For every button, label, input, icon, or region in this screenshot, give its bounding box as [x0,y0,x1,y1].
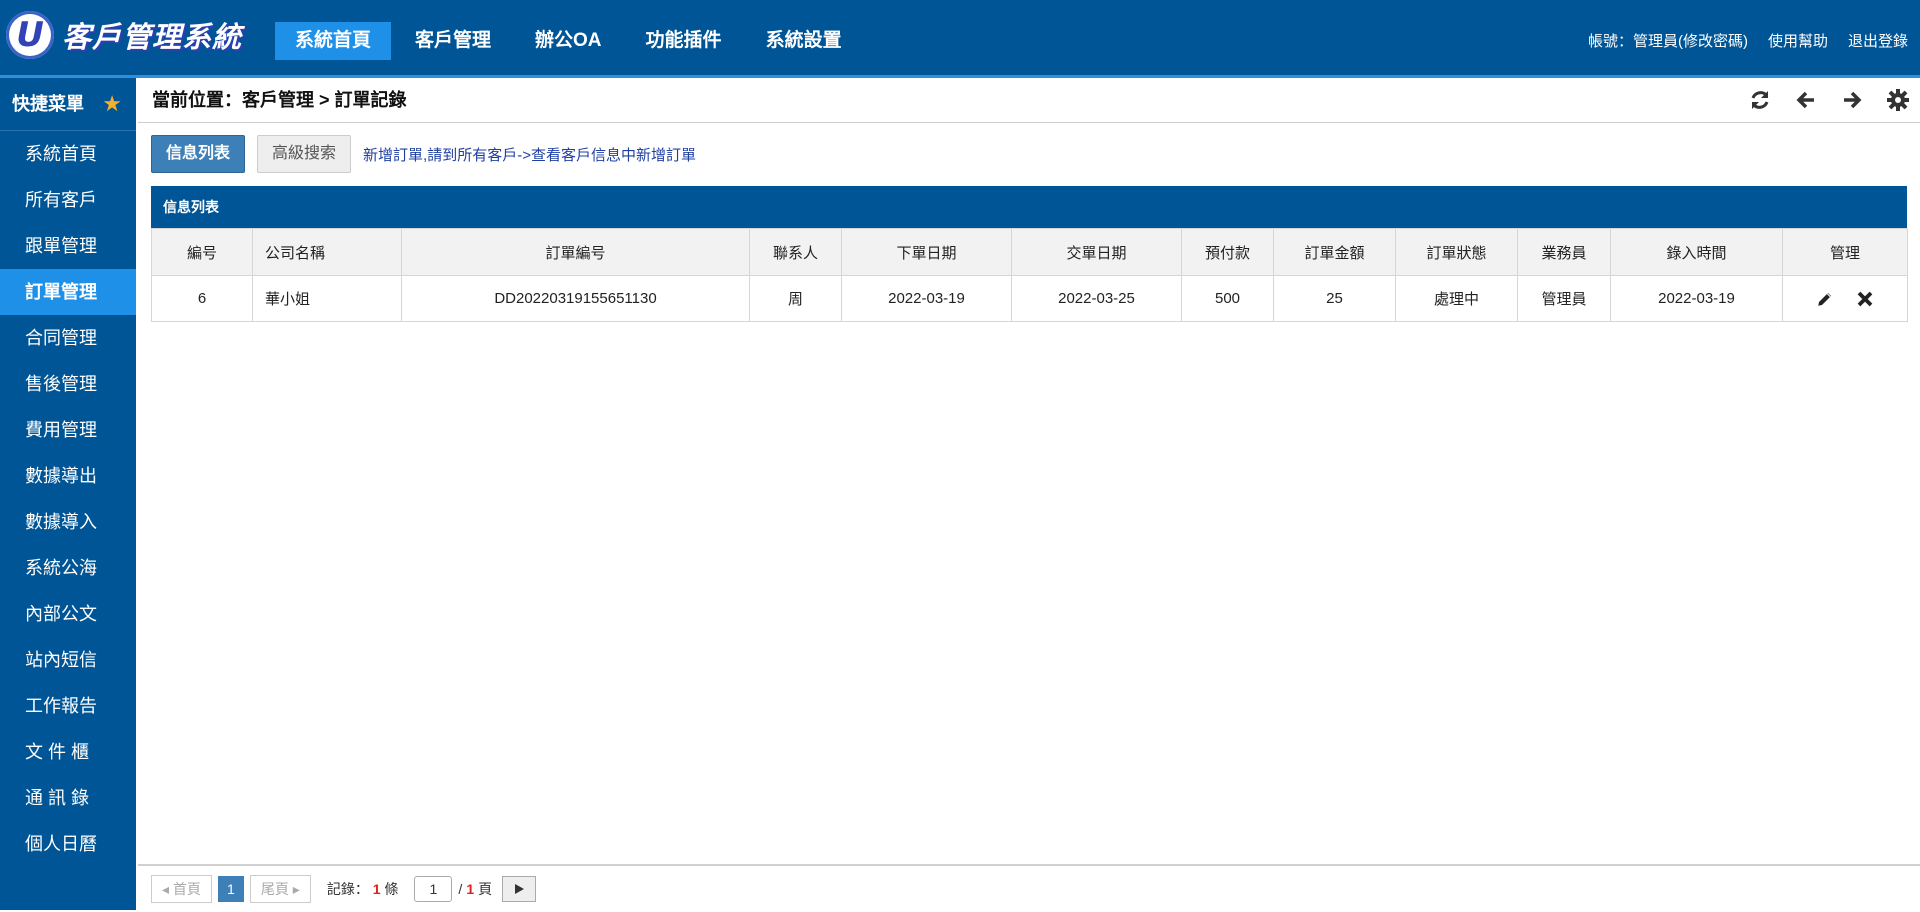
breadcrumb: 當前位置：客戶管理 > 訂單記錄 [152,90,407,110]
logo-badge-icon: U [6,11,54,59]
logout-link[interactable]: 退出登錄 [1848,30,1908,51]
play-icon [515,884,525,894]
nav-plugins[interactable]: 功能插件 [626,22,742,60]
info-list-button[interactable]: 信息列表 [151,135,246,173]
add-order-hint-link[interactable]: 新增訂單,請到所有客戶->查看客戶信息中新增訂單 [363,144,696,165]
sidebar-item-contracts[interactable]: 合同管理 [0,315,136,361]
back-arrow-icon[interactable] [1794,88,1818,112]
sidebar-header: 快捷菜單 ★ [0,78,136,131]
cell-company: 華小姐 [252,275,402,322]
sidebar-item-home[interactable]: 系統首頁 [0,131,136,177]
top-header: U 客戶管理系統 系統首頁 客戶管理 辦公OA 功能插件 系統設置 帳號：管理員… [0,0,1920,78]
cell-amount: 25 [1273,275,1396,322]
order-table-panel: 信息列表 編号 公司名稱 訂單編号 聯系人 下單日期 交單日期 預付款 訂單金額… [151,186,1908,322]
cell-id: 6 [151,275,253,322]
sidebar-item-address-book[interactable]: 通 訊 錄 [0,775,136,821]
page-number-input[interactable]: 1 [414,876,453,902]
cell-contact: 周 [749,275,842,322]
cell-salesperson: 管理員 [1517,275,1611,322]
advanced-search-button[interactable]: 高級搜索 [257,135,352,173]
col-amount: 訂單金額 [1273,228,1396,276]
cell-status: 處理中 [1395,275,1518,322]
records-count: 1 [372,881,381,897]
forward-arrow-icon[interactable] [1840,88,1864,112]
col-manage: 管理 [1782,228,1908,276]
sidebar-item-calendar[interactable]: 個人日曆 [0,821,136,867]
col-delivery-date: 交單日期 [1011,228,1182,276]
sidebar: 快捷菜單 ★ 系統首頁 所有客戶 跟單管理 訂單管理 合同管理 售後管理 費用管… [0,78,136,910]
col-salesperson: 業務員 [1517,228,1611,276]
account-link[interactable]: 帳號：管理員(修改密碼) [1588,30,1748,51]
cell-manage [1782,275,1908,322]
order-table: 編号 公司名稱 訂單編号 聯系人 下單日期 交單日期 預付款 訂單金額 訂單狀態… [151,228,1908,322]
col-entry-time: 錄入時間 [1610,228,1783,276]
cell-order-no: DD20220319155651130 [401,275,750,322]
first-page-button[interactable]: ◂ 首頁 [151,875,212,903]
edit-icon[interactable] [1816,290,1834,308]
records-info: 記錄： 1 條 [327,879,399,899]
refresh-icon[interactable] [1748,88,1772,112]
last-page-button[interactable]: 尾頁 ▸ [249,875,311,903]
col-prepayment: 預付款 [1181,228,1274,276]
pager: ◂ 首頁 1 尾頁 ▸ 記錄： 1 條 1 / 1 頁 [151,875,537,903]
sidebar-title: 快捷菜單 [12,94,84,114]
col-status: 訂單狀態 [1395,228,1518,276]
nav-settings[interactable]: 系統設置 [746,22,862,60]
go-page-button[interactable] [502,876,537,902]
breadcrumb-bar: 當前位置：客戶管理 > 訂單記錄 [138,78,1920,123]
col-order-no: 訂單編号 [401,228,750,276]
records-prefix: 記錄： [326,881,369,897]
sidebar-item-follow-up[interactable]: 跟單管理 [0,223,136,269]
page-sep: / [458,881,463,897]
star-icon[interactable]: ★ [102,78,122,130]
action-bar: 信息列表 高級搜索 新增訂單,請到所有客戶->查看客戶信息中新增訂單 [151,135,696,173]
page-1-button[interactable]: 1 [217,876,244,902]
col-contact: 聯系人 [749,228,842,276]
nav-office-oa[interactable]: 辦公OA [515,22,622,60]
sidebar-item-all-customers[interactable]: 所有客戶 [0,177,136,223]
table-row: 6 華小姐 DD20220319155651130 周 2022-03-19 2… [151,275,1908,322]
sidebar-item-documents[interactable]: 內部公文 [0,591,136,637]
sidebar-item-file-cabinet[interactable]: 文 件 櫃 [0,729,136,775]
logo-letter: U [16,15,44,55]
sidebar-item-reports[interactable]: 工作報告 [0,683,136,729]
cell-delivery-date: 2022-03-25 [1011,275,1182,322]
help-link[interactable]: 使用幫助 [1768,30,1828,51]
cell-prepayment: 500 [1181,275,1274,322]
toolbar-icons [1726,88,1910,112]
col-id: 編号 [151,228,253,276]
delete-icon[interactable] [1856,290,1874,308]
sidebar-item-public-pool[interactable]: 系統公海 [0,545,136,591]
app-title: 客戶管理系統 [62,22,243,54]
nav-home[interactable]: 系統首頁 [275,22,392,60]
gear-icon[interactable] [1886,88,1910,112]
sidebar-item-import[interactable]: 數據導入 [0,499,136,545]
sidebar-item-export[interactable]: 數據導出 [0,453,136,499]
cell-order-date: 2022-03-19 [841,275,1012,322]
nav-customers[interactable]: 客戶管理 [395,22,511,60]
sidebar-item-messages[interactable]: 站內短信 [0,637,136,683]
sidebar-item-expenses[interactable]: 費用管理 [0,407,136,453]
records-suffix: 條 [384,881,399,897]
pagination-bar: ◂ 首頁 1 尾頁 ▸ 記錄： 1 條 1 / 1 頁 [138,864,1920,912]
total-pages: 1 [466,881,475,897]
user-links: 帳號：管理員(修改密碼) 使用幫助 退出登錄 [1568,30,1908,51]
page-suffix: 頁 [478,881,493,897]
sidebar-item-after-sales[interactable]: 售後管理 [0,361,136,407]
table-header-row: 編号 公司名稱 訂單編号 聯系人 下單日期 交單日期 預付款 訂單金額 訂單狀態… [151,228,1908,276]
logo: U 客戶管理系統 [6,8,242,62]
main-nav: 系統首頁 客戶管理 辦公OA 功能插件 系統設置 [275,22,866,60]
table-title: 信息列表 [151,186,1907,228]
sidebar-item-orders[interactable]: 訂單管理 [0,269,136,315]
main-content: 當前位置：客戶管理 > 訂單記錄 信息列表 高級搜索 新增訂單,請到所有客戶->… [138,78,1920,910]
col-order-date: 下單日期 [841,228,1012,276]
col-company: 公司名稱 [252,228,402,276]
cell-entry-time: 2022-03-19 [1610,275,1783,322]
